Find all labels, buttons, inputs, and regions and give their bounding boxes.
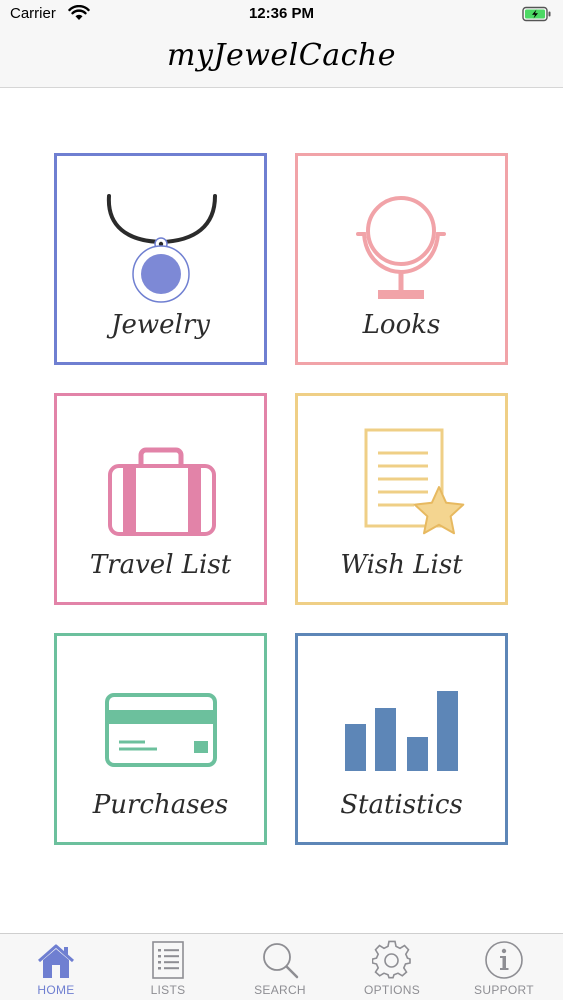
wish-list-label: Wish List [340, 550, 463, 580]
status-bar: Carrier 12:36 PM [0, 0, 563, 30]
search-icon [263, 943, 299, 979]
tab-search[interactable]: SEARCH [224, 934, 336, 1000]
tab-bar: HOME LISTS SEARCH OPTIONS SUPPORT [0, 933, 563, 1000]
travel-list-label: Travel List [89, 550, 232, 580]
tab-support-label: SUPPORT [474, 983, 534, 997]
purchases-tile[interactable]: Purchases [54, 633, 267, 845]
navigation-bar: myJewelCache [0, 30, 563, 88]
home-icon [38, 944, 74, 978]
tab-support[interactable]: SUPPORT [448, 934, 560, 1000]
jewelry-label: Jewelry [111, 310, 210, 340]
travel-list-tile[interactable]: Travel List [54, 393, 267, 605]
tab-search-label: SEARCH [254, 983, 306, 997]
statistics-label: Statistics [340, 790, 463, 820]
looks-label: Looks [362, 310, 441, 340]
battery-charging-icon [522, 6, 551, 22]
list-icon [152, 941, 184, 979]
status-time: 12:36 PM [248, 5, 315, 22]
gear-icon [372, 940, 411, 979]
looks-tile[interactable]: Looks [295, 153, 508, 365]
info-icon [485, 941, 523, 979]
tab-lists[interactable]: LISTS [112, 934, 224, 1000]
tab-options-label: OPTIONS [363, 983, 421, 997]
tab-options[interactable]: OPTIONS [336, 934, 448, 1000]
wish-list-tile[interactable]: Wish List [295, 393, 508, 605]
tab-home-label: HOME [37, 983, 75, 997]
statistics-tile[interactable]: Statistics [295, 633, 508, 845]
app-title: myJewelCache [167, 38, 396, 73]
jewelry-tile[interactable]: Jewelry [54, 153, 267, 365]
tab-home[interactable]: HOME [0, 934, 112, 1000]
tab-lists-label: LISTS [150, 983, 186, 997]
purchases-label: Purchases [92, 790, 229, 820]
